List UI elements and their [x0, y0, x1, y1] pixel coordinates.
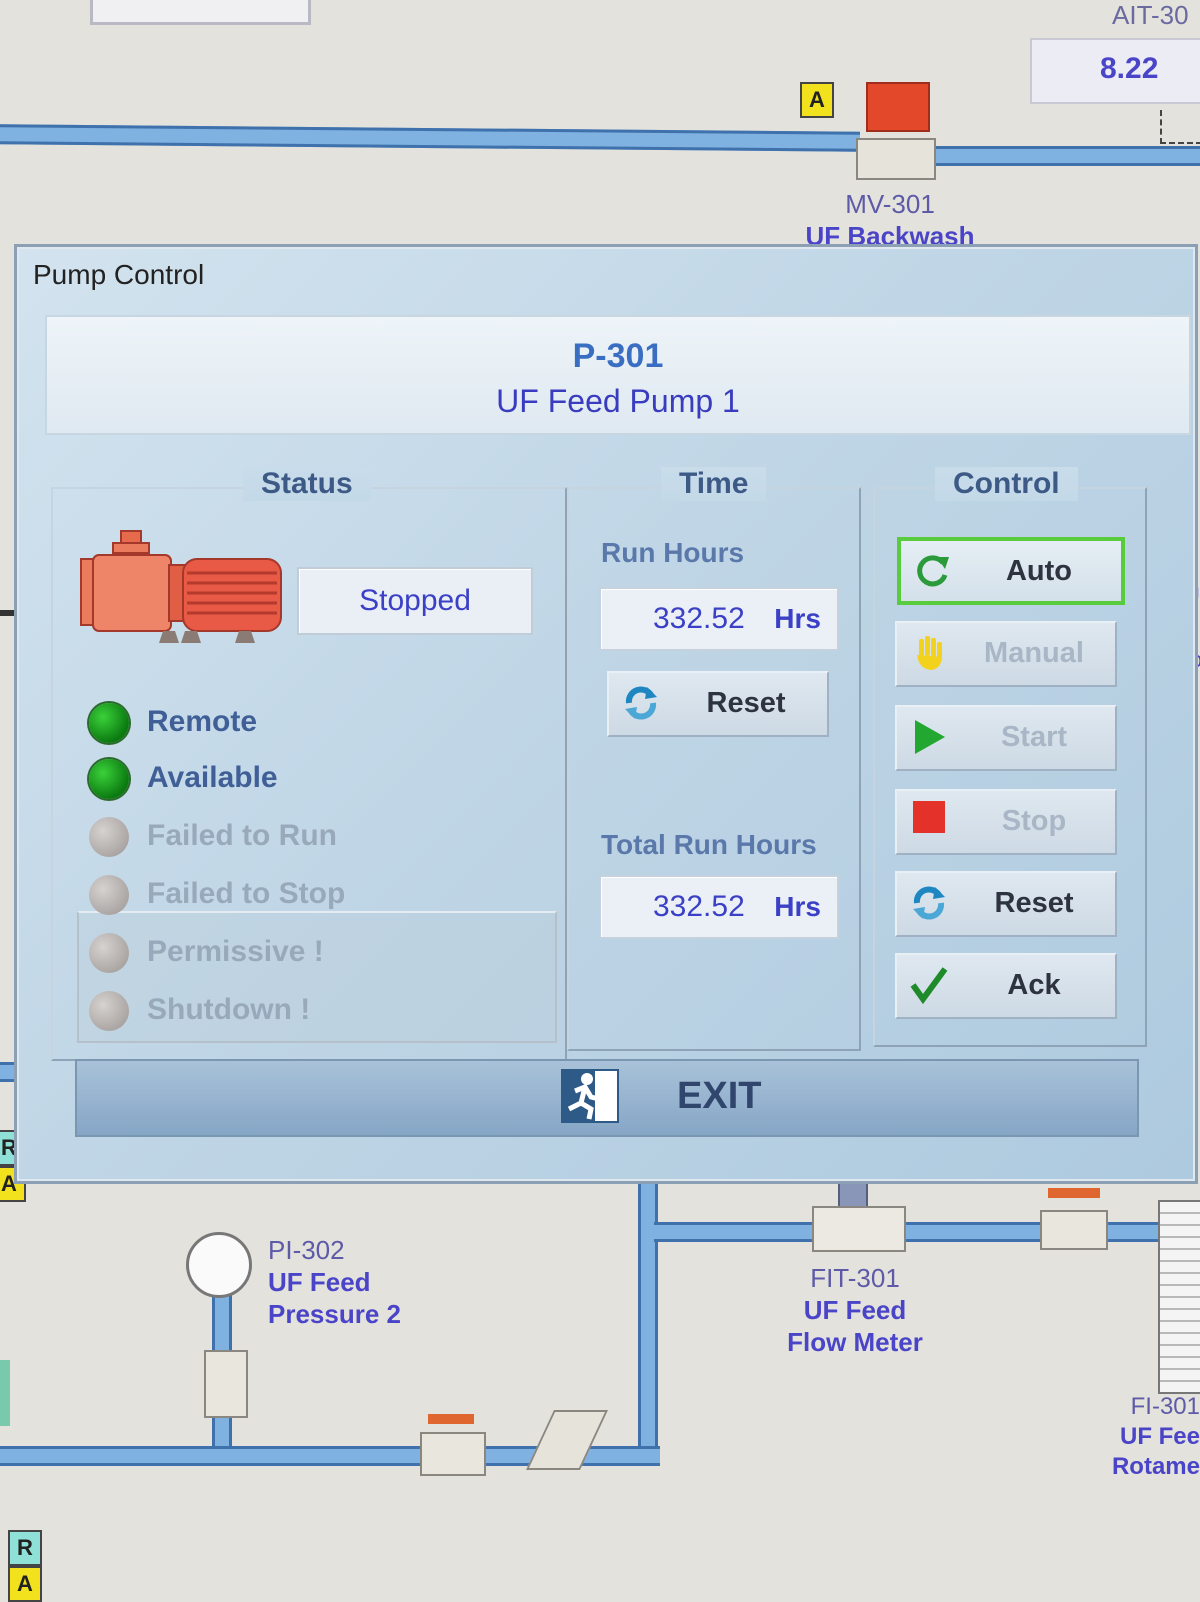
fi301-line1: UF Fee	[1119, 1423, 1200, 1450]
ait-value: 8.22	[1100, 52, 1159, 85]
bottom-valve-icon	[420, 1432, 486, 1476]
mv301-tag: MV-301	[845, 189, 935, 219]
pi302-tag: PI-302	[268, 1235, 345, 1265]
dialog-title: Pump Control	[33, 259, 205, 290]
failed-to-run-lamp-icon	[89, 817, 129, 857]
run-hours-unit: Hrs	[774, 603, 821, 634]
top-pipe-right	[920, 146, 1200, 166]
checkmark-icon	[910, 967, 948, 1005]
run-hours-field: 332.52 Hrs	[599, 587, 839, 651]
permissive-lamp-icon	[89, 933, 129, 973]
pump-control-dialog: Pump Control P-301 UF Feed Pump 1 Status…	[14, 244, 1198, 1184]
refresh-cycle-icon	[917, 555, 949, 587]
valve-actuator	[866, 82, 930, 132]
indicator-label: Failed to Stop	[147, 877, 346, 910]
bottom-badge-remote: R	[8, 1530, 42, 1566]
total-run-hours-unit: Hrs	[774, 891, 821, 922]
riser-pipe	[638, 1174, 658, 1446]
pi302-line2: Pressure 2	[268, 1299, 401, 1329]
flowmeter-body-icon	[812, 1206, 906, 1252]
reset-arrows-icon	[625, 686, 657, 720]
pump-icon	[79, 529, 293, 650]
start-label: Start	[1000, 721, 1068, 753]
stop-button[interactable]: Stop	[895, 789, 1117, 855]
auto-button[interactable]: Auto	[897, 537, 1125, 605]
pump-status-display: Stopped	[297, 567, 533, 635]
total-run-hours-label: Total Run Hours	[601, 829, 817, 860]
run-hours-reset-button[interactable]: Reset	[607, 671, 829, 737]
stop-square-icon	[913, 801, 945, 833]
status-heading: Status	[243, 467, 371, 501]
pi302-label: PI-302 UF Feed Pressure 2	[268, 1234, 401, 1330]
auto-label: Auto	[1005, 555, 1073, 587]
ait-tag: AIT-30	[1112, 0, 1189, 30]
top-panel-fragment	[90, 0, 311, 25]
left-equipment-fragment	[0, 1360, 10, 1426]
fit301-line1: UF Feed	[803, 1295, 907, 1325]
exit-running-man-icon	[561, 1069, 619, 1123]
reset-arrows-icon	[913, 886, 945, 920]
hand-icon	[917, 636, 942, 670]
remote-lamp-icon	[89, 703, 129, 743]
isolation-valve-icon	[204, 1350, 248, 1418]
fit301-line2: Flow Meter	[787, 1327, 923, 1357]
indicator-label: Remote	[147, 705, 258, 738]
fit301-label: FIT-301 UF Feed Flow Meter	[770, 1262, 940, 1358]
shutdown-lamp-icon	[89, 991, 129, 1031]
indicator-label: Available	[147, 761, 278, 794]
start-button[interactable]: Start	[895, 705, 1117, 771]
mv301-tag-label: MV-301 UF Backwash	[790, 188, 990, 252]
total-run-hours-field: 332.52 Hrs	[599, 875, 839, 939]
valve-body	[856, 138, 936, 180]
pressure-gauge-icon	[186, 1232, 252, 1298]
pump-description: UF Feed Pump 1	[496, 383, 740, 419]
exit-button[interactable]: EXIT	[75, 1059, 1139, 1137]
play-icon	[915, 720, 945, 754]
fi301-label: FI-301 UF Fee Rotame	[1108, 1392, 1200, 1482]
available-lamp-icon	[89, 759, 129, 799]
failed-to-stop-lamp-icon	[89, 875, 129, 915]
indicator-label: Permissive !	[147, 935, 324, 968]
pi302-line1: UF Feed	[268, 1267, 371, 1297]
ack-button[interactable]: Ack	[895, 953, 1117, 1019]
feed-valve-icon	[1040, 1210, 1108, 1250]
fi301-tag: FI-301	[1130, 1393, 1200, 1420]
bottom-badge-auto: A	[8, 1566, 42, 1602]
exit-label: EXIT	[677, 1075, 762, 1117]
top-pipe	[0, 124, 860, 152]
feed-valve-handle-icon	[1048, 1188, 1100, 1198]
time-heading: Time	[661, 467, 767, 501]
signal-line	[1160, 110, 1200, 144]
total-run-hours-value: 332.52	[653, 890, 745, 923]
control-heading: Control	[935, 467, 1078, 501]
control-reset-button[interactable]: Reset	[895, 871, 1117, 937]
pump-header: P-301 UF Feed Pump 1	[45, 315, 1191, 435]
indicator-label: Failed to Run	[147, 819, 337, 852]
mode-badge-auto: A	[800, 82, 834, 118]
manual-button[interactable]: Manual	[895, 621, 1117, 687]
control-reset-label: Reset	[994, 887, 1074, 919]
run-hours-value: 332.52	[653, 602, 745, 635]
run-hours-label: Run Hours	[601, 537, 745, 568]
feed-pipe	[654, 1222, 1200, 1242]
pump-tag: P-301	[572, 337, 664, 375]
rotameter-icon	[1158, 1200, 1200, 1394]
stop-label: Stop	[1001, 805, 1067, 837]
valve-handle-icon	[428, 1414, 474, 1424]
fit301-tag: FIT-301	[810, 1263, 900, 1293]
time-group: Time	[567, 467, 861, 1051]
indicator-label: Shutdown !	[147, 993, 311, 1026]
fi301-line2: Rotame	[1111, 1453, 1200, 1480]
manual-label: Manual	[984, 637, 1084, 669]
ack-label: Ack	[1007, 969, 1061, 1001]
reset-label: Reset	[706, 687, 786, 719]
